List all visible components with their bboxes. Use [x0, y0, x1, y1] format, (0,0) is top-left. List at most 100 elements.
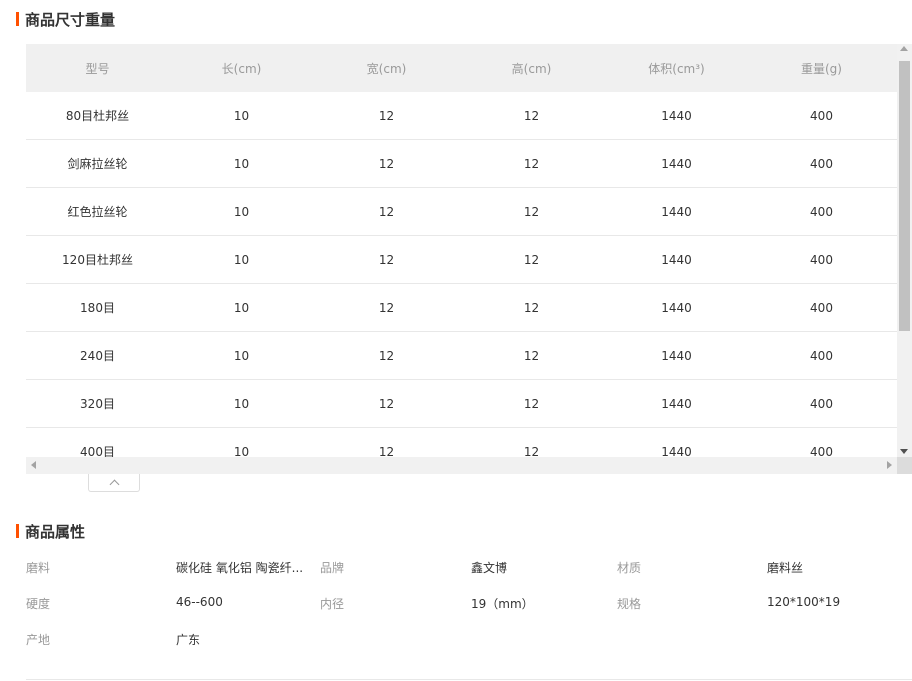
cell-length: 10	[233, 300, 250, 315]
cell-weight: 400	[810, 300, 833, 315]
vertical-scrollbar[interactable]	[897, 44, 912, 457]
accent-bar	[16, 524, 19, 538]
cell-model: 80目杜邦丝	[65, 109, 130, 123]
scroll-up-arrow-icon[interactable]	[900, 46, 908, 51]
cell-width: 12	[378, 348, 395, 363]
column-header-weight: 重量(g)	[801, 61, 842, 76]
cell-weight: 400	[810, 252, 833, 267]
cell-weight: 400	[810, 108, 833, 123]
attribute-inner-diameter-value: 19（mm）	[471, 595, 534, 612]
attribute-value: 19（mm）	[471, 597, 534, 611]
table-row: 240目 10 12 12 1440 400	[26, 332, 897, 380]
cell-width: 12	[378, 300, 395, 315]
column-header-model: 型号	[85, 61, 110, 76]
cell-weight: 400	[810, 204, 833, 219]
attribute-brand-value: 鑫文博	[471, 559, 507, 576]
cell-volume: 1440	[661, 108, 692, 123]
size-table: 型号 长(cm) 宽(cm) 高(cm) 体积(cm³) 重量(g) 80目杜邦…	[26, 44, 897, 474]
cell-volume: 1440	[661, 252, 692, 267]
table-header: 型号 长(cm) 宽(cm) 高(cm) 体积(cm³) 重量(g)	[26, 44, 897, 92]
attribute-origin: 产地	[26, 631, 50, 648]
cell-model: 320目	[80, 397, 115, 411]
attribute-spec-value: 120*100*19	[767, 595, 840, 609]
cell-weight: 400	[810, 156, 833, 171]
cell-volume: 1440	[661, 396, 692, 411]
attribute-value: 鑫文博	[471, 561, 508, 575]
attribute-abrasive-value: 碳化硅 氧化铝 陶瓷纤...	[176, 559, 303, 576]
cell-length: 10	[233, 108, 250, 123]
cell-volume: 1440	[661, 300, 692, 315]
bottom-divider	[26, 679, 912, 680]
table-row: 180目 10 12 12 1440 400	[26, 284, 897, 332]
cell-height: 12	[523, 204, 540, 219]
attribute-value: 碳化硅 氧化铝 陶瓷纤...	[176, 561, 304, 575]
cell-height: 12	[523, 108, 540, 123]
cell-length: 10	[233, 252, 250, 267]
attribute-hardness: 硬度	[26, 595, 50, 612]
cell-weight: 400	[810, 396, 833, 411]
cell-height: 12	[523, 156, 540, 171]
column-header-volume: 体积(cm³)	[648, 61, 705, 76]
cell-model: 红色拉丝轮	[67, 205, 128, 219]
scroll-left-arrow-icon[interactable]	[31, 461, 36, 469]
cell-width: 12	[378, 108, 395, 123]
attribute-value: 广东	[176, 633, 201, 647]
attribute-key: 产地	[26, 633, 51, 647]
cell-height: 12	[523, 348, 540, 363]
table-row: 320目 10 12 12 1440 400	[26, 380, 897, 428]
cell-model: 120目杜邦丝	[62, 253, 133, 267]
cell-width: 12	[378, 396, 395, 411]
attribute-abrasive: 磨料	[26, 559, 50, 576]
cell-height: 12	[523, 252, 540, 267]
attribute-value: 磨料丝	[767, 561, 804, 575]
chevron-up-icon	[109, 479, 119, 490]
scroll-right-arrow-icon[interactable]	[887, 461, 892, 469]
attribute-key: 材质	[617, 561, 642, 575]
cell-model: 180目	[80, 301, 115, 315]
column-header-width: 宽(cm)	[366, 61, 407, 76]
attribute-key: 内径	[320, 597, 345, 611]
cell-volume: 1440	[661, 156, 692, 171]
table-row: 120目杜邦丝 10 12 12 1440 400	[26, 236, 897, 284]
collapse-table-button[interactable]	[88, 474, 140, 492]
cell-length: 10	[233, 204, 250, 219]
size-section-title: 商品尺寸重量	[16, 9, 115, 29]
attribute-brand: 品牌	[320, 559, 344, 576]
table-row: 80目杜邦丝 10 12 12 1440 400	[26, 92, 897, 140]
cell-volume: 1440	[661, 348, 692, 363]
table-row: 剑麻拉丝轮 10 12 12 1440 400	[26, 140, 897, 188]
size-table-panel: 型号 长(cm) 宽(cm) 高(cm) 体积(cm³) 重量(g) 80目杜邦…	[26, 44, 912, 474]
cell-weight: 400	[810, 348, 833, 363]
cell-model: 剑麻拉丝轮	[67, 157, 128, 171]
attribute-key: 磨料	[26, 561, 51, 575]
cell-length: 10	[233, 156, 250, 171]
attribute-value: 46--600	[176, 595, 223, 609]
horizontal-scrollbar[interactable]	[26, 457, 897, 474]
cell-volume: 1440	[661, 204, 692, 219]
cell-length: 10	[233, 396, 250, 411]
vertical-scroll-thumb[interactable]	[899, 61, 910, 331]
scroll-down-arrow-icon[interactable]	[900, 449, 908, 454]
attribute-key: 硬度	[26, 597, 51, 611]
attribute-key: 规格	[617, 597, 642, 611]
attribute-material-value: 磨料丝	[767, 559, 803, 576]
cell-width: 12	[378, 252, 395, 267]
attribute-key: 品牌	[320, 561, 345, 575]
cell-length: 10	[233, 348, 250, 363]
attribute-inner-diameter: 内径	[320, 595, 344, 612]
attribute-spec: 规格	[617, 595, 641, 612]
attribute-hardness-value: 46--600	[176, 595, 223, 609]
attribute-value: 120*100*19	[767, 595, 841, 609]
cell-width: 12	[378, 204, 395, 219]
column-header-length: 长(cm)	[221, 61, 262, 76]
attribute-material: 材质	[617, 559, 641, 576]
accent-bar	[16, 12, 19, 26]
cell-width: 12	[378, 156, 395, 171]
cell-model: 240目	[80, 349, 115, 363]
scrollbar-corner	[897, 457, 912, 474]
column-header-height: 高(cm)	[511, 61, 552, 76]
cell-height: 12	[523, 396, 540, 411]
attributes-section-title: 商品属性	[16, 521, 85, 541]
cell-height: 12	[523, 300, 540, 315]
attribute-origin-value: 广东	[176, 631, 200, 648]
